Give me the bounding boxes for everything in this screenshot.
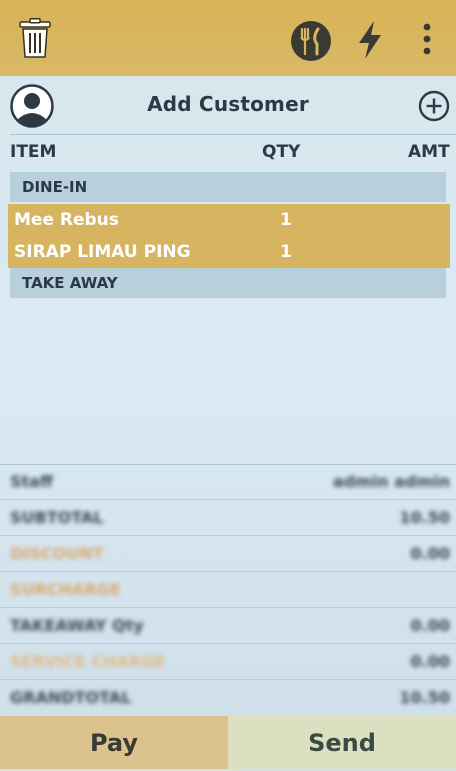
section-take-away[interactable]: TAKE AWAY	[10, 268, 446, 298]
pay-button[interactable]: Pay	[0, 716, 228, 769]
top-toolbar	[0, 0, 456, 76]
order-item-qty: 1	[280, 210, 292, 230]
plus-circle-icon[interactable]	[418, 90, 450, 122]
summary-row-staff: Staff admin admin	[0, 464, 456, 500]
summary-value: 0.00	[410, 544, 450, 563]
order-panel: Add Customer ITEM QTY AMT DINE-IN Mee Re…	[0, 76, 456, 716]
order-item-name: SIRAP LIMAU PING	[14, 242, 191, 262]
summary-row-discount[interactable]: DISCOUNT 0.00	[0, 536, 456, 572]
order-item-row[interactable]: SIRAP LIMAU PING 1	[8, 236, 450, 268]
summary-label: SERVICE CHARGE	[10, 652, 166, 671]
summary-value: 0.00	[410, 616, 450, 635]
summary-label: TAKEAWAY Qty	[10, 616, 144, 635]
divider	[10, 134, 456, 135]
summary-row-takeaway: TAKEAWAY Qty 0.00	[0, 608, 456, 644]
trash-icon[interactable]	[18, 18, 52, 58]
lightning-icon[interactable]	[356, 20, 384, 60]
summary-value: 10.50	[399, 508, 450, 527]
order-table-header: ITEM QTY AMT	[0, 142, 456, 170]
summary-value: admin admin	[332, 472, 450, 491]
summary-value: 10.50	[399, 688, 450, 707]
summary-row-service-charge[interactable]: SERVICE CHARGE 0.00	[0, 644, 456, 680]
customer-row[interactable]: Add Customer	[0, 76, 456, 134]
add-customer-label[interactable]: Add Customer	[0, 92, 456, 116]
order-item-name: Mee Rebus	[14, 210, 119, 230]
summary-label: SUBTOTAL	[10, 508, 104, 527]
column-header-item: ITEM	[10, 142, 57, 162]
summary-label: SURCHARGE	[10, 580, 121, 599]
order-item-qty: 1	[280, 242, 292, 262]
summary-row-surcharge[interactable]: SURCHARGE	[0, 572, 456, 608]
summary-row-grandtotal: GRANDTOTAL 10.50	[0, 680, 456, 716]
summary-label: Staff	[10, 472, 53, 491]
section-dine-in[interactable]: DINE-IN	[10, 172, 446, 202]
column-header-amt: AMT	[408, 142, 450, 162]
summary-label: DISCOUNT	[10, 544, 104, 563]
restaurant-icon[interactable]	[290, 20, 332, 62]
send-button[interactable]: Send	[228, 716, 456, 769]
summary-row-subtotal: SUBTOTAL 10.50	[0, 500, 456, 536]
bottom-action-bar: Pay Send	[0, 716, 456, 769]
more-vertical-icon[interactable]	[418, 22, 436, 58]
column-header-qty: QTY	[262, 142, 301, 162]
summary-label: GRANDTOTAL	[10, 688, 132, 707]
summary-value: 0.00	[410, 652, 450, 671]
order-item-row[interactable]: Mee Rebus 1	[8, 204, 450, 236]
